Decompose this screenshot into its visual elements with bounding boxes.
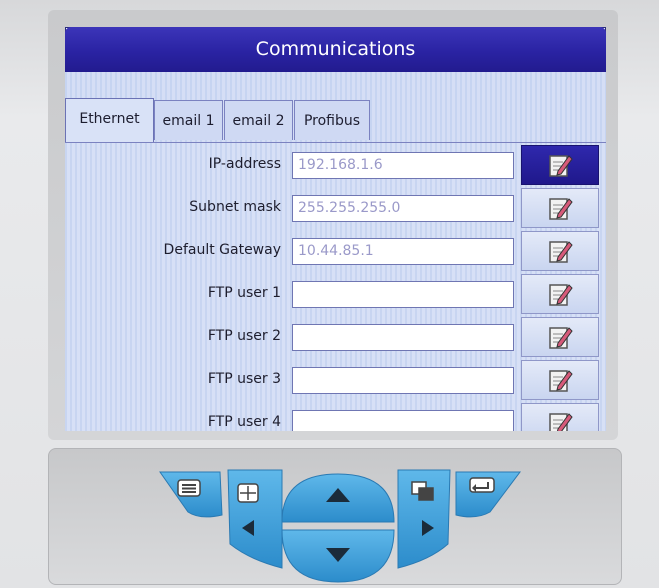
hmi-device: Communications Ethernet email 1 email 2 … [0, 0, 659, 588]
window-title: Communications [65, 27, 606, 72]
ip-address-label: IP-address [208, 156, 281, 172]
setting-row-ftp-user-3: FTP user 3 [65, 358, 606, 401]
ip-address-field[interactable]: 192.168.1.6 [292, 152, 514, 179]
default-gateway-label: Default Gateway [163, 242, 281, 258]
tab-ethernet[interactable]: Ethernet [65, 98, 154, 142]
setting-row-ftp-user-2: FTP user 2 [65, 315, 606, 358]
setting-row-ftp-user-4: FTP user 4 [65, 401, 606, 431]
setting-row-ftp-user-1: FTP user 1 [65, 272, 606, 315]
setting-row-subnet-mask: Subnet mask 255.255.255.0 [65, 186, 606, 229]
ftp-user-1-edit-button[interactable] [521, 274, 599, 314]
edit-note-icon [549, 198, 573, 220]
ftp-user-4-edit-button[interactable] [521, 403, 599, 431]
edit-note-icon [549, 241, 573, 263]
setting-row-default-gateway: Default Gateway 10.44.85.1 [65, 229, 606, 272]
ftp-user-2-edit-button[interactable] [521, 317, 599, 357]
ftp-user-1-label: FTP user 1 [207, 285, 281, 301]
setting-row-ip-address: IP-address 192.168.1.6 [65, 143, 606, 186]
grid-icon [237, 483, 259, 503]
tab-email-1[interactable]: email 1 [154, 100, 223, 140]
up-key[interactable] [281, 473, 395, 523]
tab-profibus[interactable]: Profibus [294, 100, 370, 140]
subnet-mask-edit-button[interactable] [521, 188, 599, 228]
ftp-user-3-edit-button[interactable] [521, 360, 599, 400]
ethernet-settings: IP-address 192.168.1.6 Subnet mask 255.2… [65, 142, 606, 431]
edit-note-icon [549, 370, 573, 392]
ftp-user-1-field[interactable] [292, 281, 514, 308]
subnet-mask-field[interactable]: 255.255.255.0 [292, 195, 514, 222]
screen: Communications Ethernet email 1 email 2 … [65, 27, 606, 431]
edit-note-icon [549, 155, 573, 177]
ftp-user-4-field[interactable] [292, 410, 514, 431]
hardware-keypad [159, 469, 521, 583]
ftp-user-3-label: FTP user 3 [207, 371, 281, 387]
left-key[interactable] [227, 469, 283, 569]
ip-address-edit-button[interactable] [521, 145, 599, 185]
ftp-user-3-field[interactable] [292, 367, 514, 394]
return-key[interactable] [455, 471, 521, 518]
return-icon [469, 477, 495, 493]
edit-note-icon [549, 284, 573, 306]
menu-icon [177, 479, 201, 497]
subnet-mask-label: Subnet mask [189, 199, 281, 215]
ftp-user-2-label: FTP user 2 [207, 328, 281, 344]
default-gateway-field[interactable]: 10.44.85.1 [292, 238, 514, 265]
ftp-user-2-field[interactable] [292, 324, 514, 351]
down-key[interactable] [281, 529, 395, 583]
edit-note-icon [549, 413, 573, 431]
tab-email-2[interactable]: email 2 [224, 100, 293, 140]
menu-key[interactable] [159, 471, 223, 518]
default-gateway-edit-button[interactable] [521, 231, 599, 271]
right-key[interactable] [397, 469, 451, 569]
ftp-user-4-label: FTP user 4 [207, 414, 281, 430]
tab-bar: Ethernet email 1 email 2 Profibus [65, 72, 606, 142]
edit-note-icon [549, 327, 573, 349]
